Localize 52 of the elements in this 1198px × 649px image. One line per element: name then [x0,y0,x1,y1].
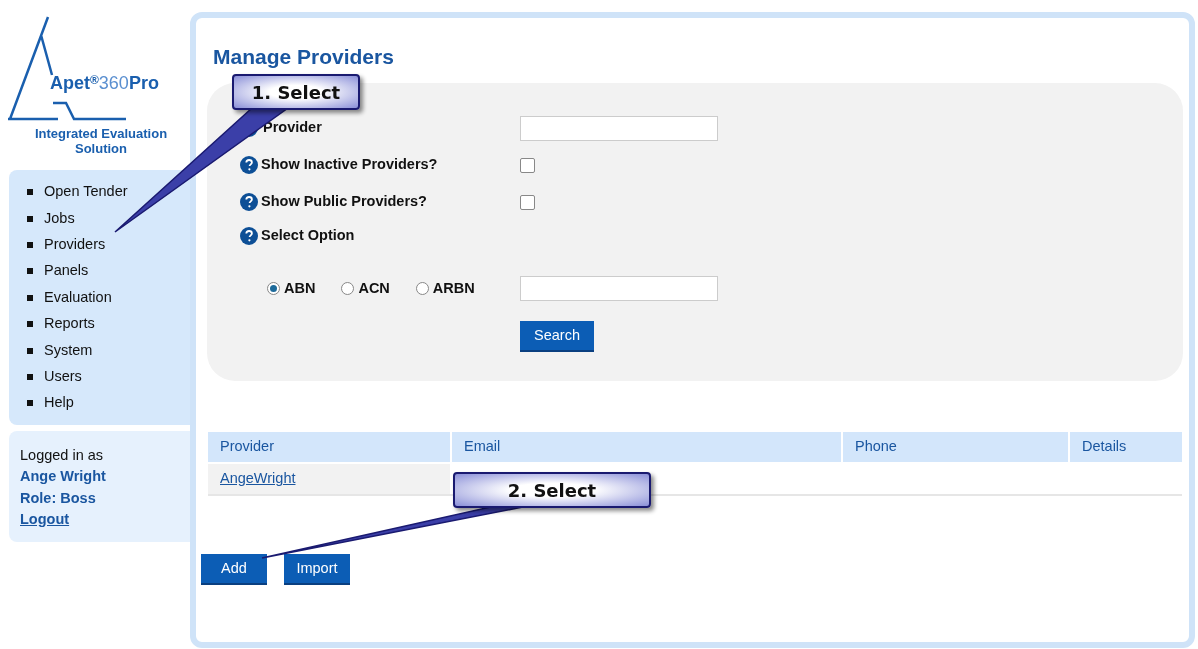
nav-link[interactable]: Help [44,392,74,415]
field-label: Provider [263,118,322,138]
logo-tagline: Integrated Evaluation Solution [33,126,169,156]
page-title: Manage Providers [213,46,395,67]
nav-link[interactable]: Panels [44,260,89,283]
action-button[interactable]: Import [284,554,350,585]
bullet-icon [27,189,33,196]
help-icon [240,227,258,245]
bullet-icon [27,241,33,248]
logo-name: Apet [50,74,90,92]
radio-option[interactable]: ABN [267,277,316,300]
bullet-icon [27,321,33,328]
bullet-icon [27,268,33,275]
bullet-icon [27,373,33,380]
logo-number: 360 [98,74,129,92]
logo-suffix: Pro [128,74,159,92]
checkbox[interactable] [520,194,535,210]
help-icon [240,156,258,174]
checkbox-label: Show Public Providers? [261,192,427,212]
user-role: Role: Boss [20,488,97,508]
nav-link[interactable]: Providers [44,234,106,256]
action-button[interactable]: Add [201,554,267,585]
column-header: Provider [219,437,275,457]
bullet-icon [27,215,33,222]
radio-option[interactable]: ARBN [415,277,475,300]
provider-input[interactable] [520,115,718,141]
column-header: Details [1068,432,1182,462]
nav-link[interactable]: Open Tender [44,181,128,204]
nav-link[interactable]: Users [44,366,82,388]
nav-link[interactable]: Evaluation [44,286,112,309]
column-header: Phone [841,432,1068,462]
callout-label: 2. Select [453,472,651,508]
radio-option[interactable]: ACN [341,277,390,300]
search-button[interactable]: Search [520,321,594,352]
bullet-icon [27,347,33,354]
callout-label: 1. Select [232,74,360,110]
column-header: Email [450,432,841,462]
field-label: Select Option [261,226,355,246]
user-name: Ange Wright [20,467,107,486]
logout-link[interactable]: Logout [20,509,70,531]
number-input[interactable] [520,276,718,301]
registered-mark: ® [90,74,99,86]
nav-link[interactable]: Jobs [44,207,75,230]
bullet-icon [27,294,33,301]
bullet-icon [27,400,33,407]
checkbox[interactable] [520,157,535,173]
nav-link[interactable]: Reports [44,313,95,335]
help-icon [240,193,258,211]
nav-link[interactable]: System [44,339,93,362]
checkbox-label: Show Inactive Providers? [261,155,438,175]
provider-link[interactable]: AngeWright [220,468,296,490]
login-caption: Logged in as [20,445,105,465]
